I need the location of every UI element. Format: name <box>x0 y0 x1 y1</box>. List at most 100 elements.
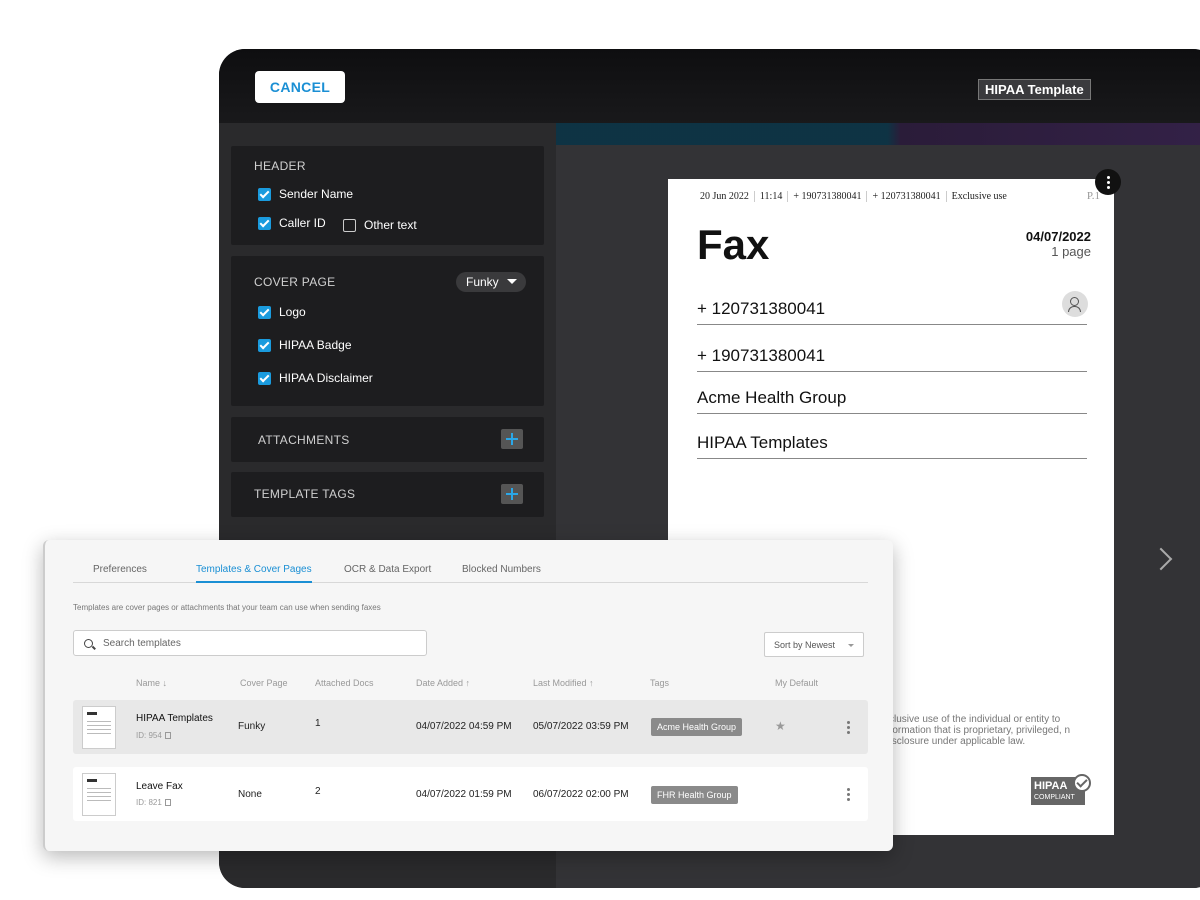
template-name: HIPAA Templates <box>136 713 213 724</box>
chevron-down-icon <box>848 644 854 647</box>
template-cover-page: Funky <box>238 721 266 732</box>
column-attached-docs: Attached Docs <box>315 678 374 688</box>
cover-page-section-title: COVER PAGE <box>254 275 336 289</box>
table-row[interactable]: HIPAA Templates ID: 954 Funky 1 04/07/20… <box>73 700 868 754</box>
caller-id-checkbox[interactable] <box>258 216 271 230</box>
preview-color-strip <box>556 123 1200 145</box>
sort-dropdown[interactable]: Sort by Newest <box>764 632 864 657</box>
search-input[interactable] <box>103 637 403 649</box>
template-tags-section: TEMPLATE TAGS <box>231 472 544 517</box>
column-cover-page: Cover Page <box>240 678 288 688</box>
fax-subject: HIPAA Templates <box>697 433 1087 459</box>
template-id: ID: 954 <box>136 731 171 740</box>
template-attached-docs: 1 <box>315 718 321 729</box>
fax-date: 04/07/2022 <box>1025 229 1091 244</box>
sort-value: Sort by Newest <box>774 639 836 650</box>
fax-page-count: 1 page <box>1051 244 1091 259</box>
template-tag: FHR Health Group <box>651 786 738 804</box>
caller-id-label: Caller ID <box>279 216 326 230</box>
tab-blocked-numbers[interactable]: Blocked Numbers <box>462 564 541 583</box>
add-tag-button[interactable] <box>501 484 523 504</box>
hipaa-disclaimer-option[interactable]: HIPAA Disclaimer <box>258 371 373 385</box>
column-tags: Tags <box>650 678 670 688</box>
cover-page-section: COVER PAGE Funky Logo HIPAA Badge HIPAA … <box>231 256 544 406</box>
hipaa-badge-text: HIPAA <box>1034 780 1068 792</box>
fax-date-block: 04/07/2022 1 page <box>1026 229 1091 259</box>
fax-meta-to: + 120731380041 <box>866 191 945 202</box>
column-date-added[interactable]: Date Added ↑ <box>416 678 470 688</box>
fax-meta-date: 20 Jun 2022 <box>700 191 749 202</box>
sender-name-checkbox[interactable] <box>258 187 271 201</box>
hipaa-badge-subtext: COMPLIANT <box>1034 794 1075 801</box>
fax-title: Fax <box>697 221 770 268</box>
other-text-option[interactable]: Other text <box>343 218 417 232</box>
chevron-down-icon <box>507 279 517 284</box>
template-attached-docs: 2 <box>315 786 321 797</box>
add-contact-icon[interactable] <box>1062 291 1088 317</box>
fax-company: Acme Health Group <box>697 388 1087 414</box>
tab-preferences[interactable]: Preferences <box>93 564 147 583</box>
fax-meta-time: 11:14 <box>753 191 787 202</box>
template-id: ID: 821 <box>136 798 171 807</box>
settings-tabs: Preferences Templates & Cover Pages OCR … <box>73 564 868 583</box>
check-circle-icon <box>1073 774 1091 792</box>
logo-option[interactable]: Logo <box>258 305 306 319</box>
fax-header-meta: 20 Jun 2022 11:14 + 190731380041 + 12073… <box>700 191 1012 202</box>
add-attachment-button[interactable] <box>501 429 523 449</box>
header-section: HEADER Sender Name Caller ID Other text <box>231 146 544 245</box>
cancel-button[interactable]: CANCEL <box>255 71 345 103</box>
templates-settings-card: Preferences Templates & Cover Pages OCR … <box>43 540 893 851</box>
fax-disclaimer: xclusive use of the individual or entity… <box>884 714 1071 747</box>
template-thumbnail <box>82 773 116 816</box>
logo-label: Logo <box>279 305 306 319</box>
hipaa-badge-checkbox[interactable] <box>258 338 271 352</box>
hipaa-disclaimer-label: HIPAA Disclaimer <box>279 371 373 385</box>
fax-meta-from: + 190731380041 <box>787 191 866 202</box>
hipaa-badge-label: HIPAA Badge <box>279 338 352 352</box>
search-box[interactable] <box>73 630 427 656</box>
caller-id-option[interactable]: Caller ID <box>258 216 326 230</box>
cover-style-dropdown[interactable]: Funky <box>456 272 526 292</box>
template-title: HIPAA Template <box>978 79 1091 100</box>
template-last-modified: 05/07/2022 03:59 PM <box>533 721 629 732</box>
template-tag: Acme Health Group <box>651 718 743 736</box>
header-section-title: HEADER <box>254 159 306 173</box>
cover-style-value: Funky <box>466 275 499 289</box>
template-tags-title: TEMPLATE TAGS <box>254 487 356 501</box>
template-id-text: ID: 954 <box>136 731 162 740</box>
other-text-label: Other text <box>364 218 417 232</box>
template-date-added: 04/07/2022 01:59 PM <box>416 789 512 800</box>
template-thumbnail <box>82 706 116 749</box>
fax-page-indicator: P.1 <box>1086 190 1100 202</box>
attachments-section: ATTACHMENTS <box>231 417 544 462</box>
copy-icon[interactable] <box>164 799 171 806</box>
template-cover-page: None <box>238 789 262 800</box>
logo-checkbox[interactable] <box>258 305 271 319</box>
attachments-title: ATTACHMENTS <box>258 433 350 447</box>
template-last-modified: 06/07/2022 02:00 PM <box>533 789 629 800</box>
column-name[interactable]: Name ↓ <box>136 678 167 688</box>
editor-topbar: CANCEL HIPAA Template <box>219 49 1200 123</box>
copy-icon[interactable] <box>164 732 171 739</box>
more-options-icon[interactable] <box>1095 169 1121 195</box>
template-date-added: 04/07/2022 04:59 PM <box>416 721 512 732</box>
hipaa-disclaimer-checkbox[interactable] <box>258 371 271 385</box>
table-row[interactable]: Leave Fax ID: 821 None 2 04/07/2022 01:5… <box>73 767 868 821</box>
search-icon <box>84 638 93 648</box>
fax-from-number: + 190731380041 <box>697 346 1087 372</box>
column-last-modified[interactable]: Last Modified ↑ <box>533 678 594 688</box>
fax-meta-note: Exclusive use <box>945 191 1012 202</box>
fax-to-number: + 120731380041 <box>697 299 1087 325</box>
sender-name-label: Sender Name <box>279 187 354 201</box>
template-name: Leave Fax <box>136 781 183 792</box>
star-icon[interactable]: ★ <box>775 719 786 733</box>
tab-templates-cover-pages[interactable]: Templates & Cover Pages <box>196 564 312 583</box>
more-options-icon[interactable] <box>847 721 850 734</box>
hipaa-badge-option[interactable]: HIPAA Badge <box>258 338 352 352</box>
template-id-text: ID: 821 <box>136 798 162 807</box>
sender-name-option[interactable]: Sender Name <box>258 187 353 201</box>
tab-ocr-data-export[interactable]: OCR & Data Export <box>344 564 431 583</box>
more-options-icon[interactable] <box>847 788 850 801</box>
other-text-checkbox[interactable] <box>343 218 356 232</box>
column-my-default: My Default <box>775 678 819 688</box>
